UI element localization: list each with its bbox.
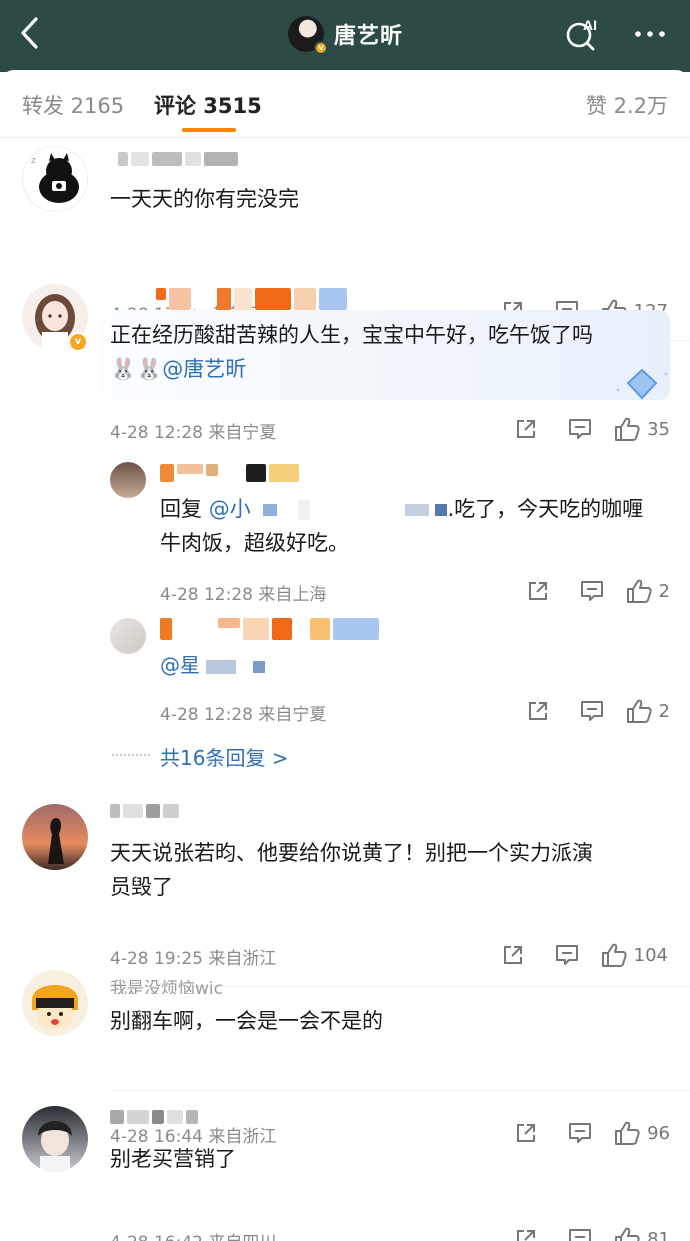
comment-meta: 4-28 16:42 来自四川 xyxy=(110,1228,276,1241)
comment-actions: 104 xyxy=(486,940,668,970)
comment-actions: 35 xyxy=(499,414,670,444)
avatar[interactable] xyxy=(22,970,88,1036)
share-button[interactable] xyxy=(499,1224,553,1241)
share-icon xyxy=(517,420,536,438)
share-button[interactable] xyxy=(486,940,540,970)
tab-likes[interactable]: 赞 2.2万 xyxy=(586,90,668,120)
comment-icon xyxy=(580,581,603,601)
reply-meta: 4-28 12:28 来自宁夏 xyxy=(160,705,327,725)
tab-reposts[interactable]: 转发 2165 xyxy=(22,90,124,120)
thumbs-up-icon xyxy=(626,579,652,603)
avatar[interactable] xyxy=(110,618,146,654)
comment-text: 别老买营销了 xyxy=(110,1147,236,1171)
username-blurred[interactable] xyxy=(160,464,299,482)
thumbs-up-icon xyxy=(615,417,640,441)
comment-meta: 4-28 12:28 来自宁夏 xyxy=(110,423,277,443)
emoji: 🐰🐰 xyxy=(110,357,163,381)
profile-header[interactable]: v 唐艺昕 xyxy=(288,14,404,55)
comment-icon xyxy=(569,419,592,439)
comment-meta: 4-28 19:25 来自浙江 xyxy=(110,949,277,969)
diamond-decoration-icon xyxy=(616,368,668,400)
share-icon xyxy=(517,1230,536,1241)
mention-link[interactable]: @唐艺昕 xyxy=(162,357,246,381)
avatar[interactable] xyxy=(22,804,88,870)
username-blurred[interactable] xyxy=(118,152,238,166)
share-icon xyxy=(503,946,522,964)
divider xyxy=(110,1090,690,1091)
avatar[interactable] xyxy=(110,462,146,498)
like-count: 81 xyxy=(647,1228,670,1241)
share-button[interactable] xyxy=(511,696,565,726)
like-count: 2 xyxy=(658,580,670,602)
thumbs-up-icon xyxy=(601,943,627,967)
like-button[interactable]: 35 xyxy=(613,416,670,442)
reply-text: 回复 @小 .吃了，今天吃的咖喱 牛肉饭，超级好吃。 xyxy=(160,497,644,555)
top-bar: v 唐艺昕 AI xyxy=(0,0,690,72)
ai-search-icon[interactable]: AI xyxy=(562,14,602,54)
share-button[interactable] xyxy=(499,414,553,444)
comment-text: 正在经历酸甜苦辣的人生，宝宝中午好，吃午饭了吗 🐰🐰@唐艺昕 xyxy=(110,323,593,381)
comment-button[interactable] xyxy=(540,940,594,970)
more-replies-link[interactable]: 共16条回复 > xyxy=(160,742,289,771)
like-button[interactable]: 104 xyxy=(600,942,668,968)
tab-comments[interactable]: 评论 3515 xyxy=(154,90,262,120)
thumbs-up-icon xyxy=(626,699,652,723)
reply-meta: 4-28 12:28 来自上海 xyxy=(160,585,327,605)
avatar[interactable]: v xyxy=(288,16,328,55)
mention-link[interactable]: @小 xyxy=(209,497,251,521)
more-dots-icon[interactable] xyxy=(632,22,668,46)
like-count: 2 xyxy=(658,700,670,722)
back-chevron-icon[interactable] xyxy=(18,16,42,50)
blurred-name-fragment xyxy=(263,504,278,516)
comment-actions: 81 xyxy=(499,1224,670,1241)
reply-text: @星 xyxy=(160,648,670,682)
comment-text: 天天说张若昀、他要给你说黄了！别把一个实力派演 员毁了 xyxy=(110,841,593,899)
like-count: 104 xyxy=(633,944,668,966)
comment-button[interactable] xyxy=(565,576,619,606)
tab-bar: 转发 2165 评论 3515 赞 2.2万 xyxy=(0,70,690,138)
like-count: 96 xyxy=(647,1122,670,1144)
comment-icon xyxy=(569,1229,592,1241)
comment-button[interactable] xyxy=(565,696,619,726)
like-button[interactable]: 81 xyxy=(613,1226,670,1241)
svg-text:AI: AI xyxy=(583,17,597,33)
comment-text: 别翻车啊，一会是一会不是的 xyxy=(110,1009,383,1033)
avatar[interactable]: z xyxy=(22,146,88,212)
comment-icon xyxy=(580,701,603,721)
active-tab-indicator xyxy=(182,128,236,132)
comment-icon xyxy=(555,945,578,965)
reply-actions: 2 xyxy=(511,576,670,606)
comment-text: 一天天的你有完没完 xyxy=(110,187,299,211)
like-button[interactable]: 2 xyxy=(625,578,670,604)
verified-badge-icon: v xyxy=(314,41,328,55)
avatar[interactable] xyxy=(22,1106,88,1172)
comment-button[interactable] xyxy=(553,414,607,444)
share-icon xyxy=(528,702,547,720)
page-title: 唐艺昕 xyxy=(334,24,404,49)
comment-button[interactable] xyxy=(553,1224,607,1241)
like-count: 35 xyxy=(647,418,670,440)
thumbs-up-icon xyxy=(615,1227,640,1241)
like-button[interactable]: 2 xyxy=(625,698,670,724)
username-blurred[interactable] xyxy=(160,618,379,640)
username[interactable]: 我是没烦恼wic xyxy=(110,974,223,994)
share-button[interactable] xyxy=(511,576,565,606)
verified-badge-icon: v xyxy=(68,332,88,352)
replies-dotted-line xyxy=(112,754,150,756)
reply-actions: 2 xyxy=(511,696,670,726)
username-blurred[interactable] xyxy=(156,288,347,310)
comments-sheet: 转发 2165 评论 3515 赞 2.2万 z 一天天的你有完没完 4-28 … xyxy=(0,70,690,1241)
username-blurred[interactable] xyxy=(110,804,179,820)
share-icon xyxy=(528,582,547,600)
username-blurred[interactable] xyxy=(110,1110,198,1124)
mention-link[interactable]: @星 xyxy=(160,653,200,677)
svg-text:z: z xyxy=(31,156,36,166)
